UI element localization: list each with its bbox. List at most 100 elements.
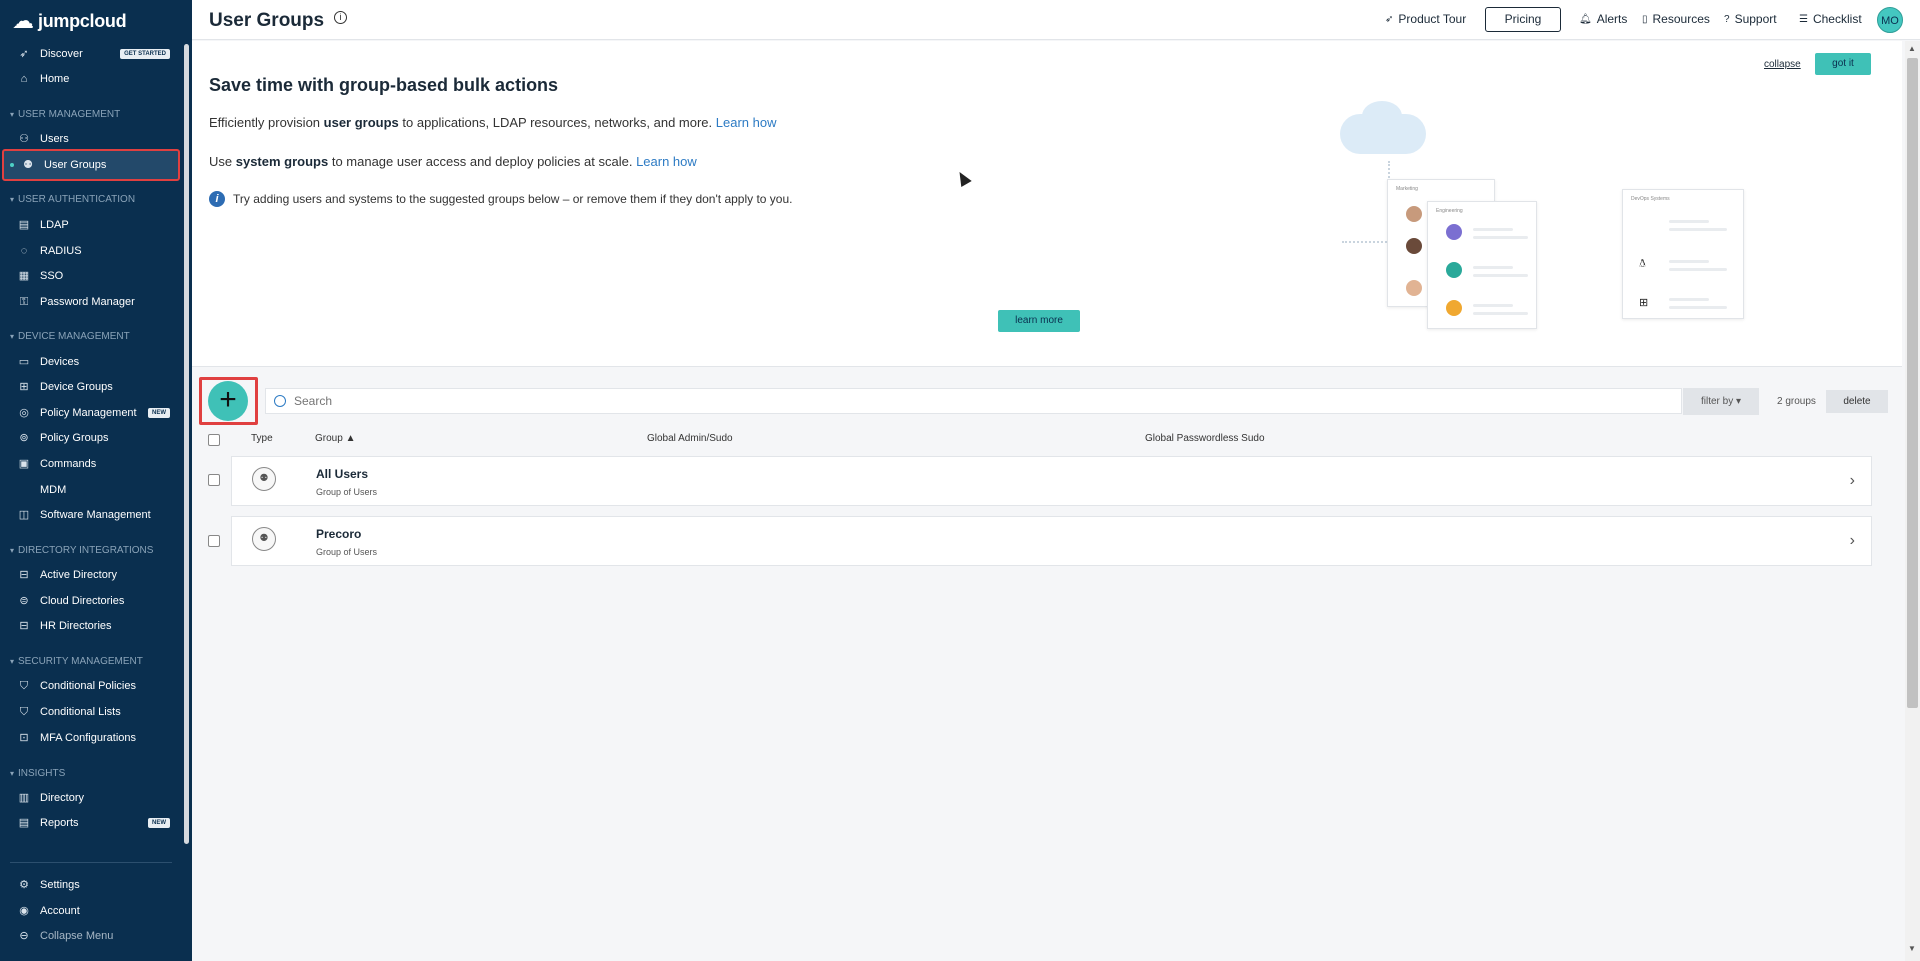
column-type[interactable]: Type bbox=[251, 433, 273, 444]
sidebar-item-account[interactable]: ◉ Account bbox=[0, 900, 180, 922]
sidebar-item-devices[interactable]: ▭ Devices bbox=[0, 351, 180, 373]
person-icon bbox=[1406, 280, 1422, 296]
help-icon: ? bbox=[1724, 13, 1730, 25]
chevron-down-icon: ▾ bbox=[10, 769, 15, 778]
sidebar-item-software-management[interactable]: ◫ Software Management bbox=[0, 504, 180, 526]
user-group-icon: ⚉ bbox=[252, 527, 276, 551]
alerts-button[interactable]: 🔔︎ Alerts bbox=[1579, 12, 1627, 26]
sidebar-item-user-groups[interactable]: ⚉ User Groups bbox=[2, 149, 180, 181]
sidebar-item-directory[interactable]: ▥ Directory bbox=[0, 787, 180, 809]
sidebar-item-mdm[interactable]: MDM bbox=[0, 479, 180, 501]
home-icon: ⌂ bbox=[20, 73, 28, 85]
device-groups-icon: ⊞ bbox=[19, 381, 29, 393]
chevron-down-icon: ▾ bbox=[10, 332, 15, 341]
column-global-passwordless-sudo[interactable]: Global Passwordless Sudo bbox=[1145, 433, 1265, 444]
checklist-button[interactable]: ☰ Checklist bbox=[1799, 12, 1862, 26]
chevron-down-icon: ▾ bbox=[10, 546, 15, 555]
key-icon: ⚿ bbox=[19, 296, 29, 308]
pricing-button[interactable]: Pricing bbox=[1485, 7, 1561, 32]
product-tour-button[interactable]: ➶ Product Tour bbox=[1385, 12, 1466, 26]
scroll-up-arrow-icon[interactable]: ▲ bbox=[1908, 44, 1916, 53]
resources-button[interactable]: ▯ Resources bbox=[1642, 12, 1710, 26]
column-group[interactable]: Group ▲ bbox=[315, 433, 355, 444]
page-scrollbar-thumb[interactable] bbox=[1907, 58, 1918, 708]
sidebar-item-conditional-policies[interactable]: ⛉ Conditional Policies bbox=[0, 675, 180, 697]
policy-groups-icon: ⊚ bbox=[19, 432, 29, 444]
get-started-badge: GET STARTED bbox=[120, 49, 170, 59]
engineering-card: Engineering bbox=[1427, 201, 1537, 329]
add-group-button[interactable]: + bbox=[208, 381, 248, 421]
top-header: User Groups i ➶ Product Tour Pricing 🔔︎ Al… bbox=[192, 0, 1920, 40]
sidebar-item-commands[interactable]: ▣ Commands bbox=[0, 453, 180, 475]
sidebar-item-radius[interactable]: ◌ RADIUS bbox=[0, 240, 180, 262]
banner-line-user-groups: Efficiently provision user groups to app… bbox=[209, 115, 777, 130]
person-icon bbox=[1446, 262, 1462, 278]
policy-icon: ◎ bbox=[19, 407, 29, 419]
ldap-icon: ▤ bbox=[18, 219, 30, 231]
chevron-down-icon: ▾ bbox=[10, 110, 15, 119]
section-insights[interactable]: ▾ INSIGHTS bbox=[10, 768, 65, 779]
section-security-management[interactable]: ▾ SECURITY MANAGEMENT bbox=[10, 656, 143, 667]
table-row[interactable]: ⚉ All Users Group of Users › bbox=[231, 456, 1872, 506]
sidebar-item-settings[interactable]: ⚙ Settings bbox=[0, 874, 180, 896]
group-count: 2 groups bbox=[1777, 396, 1816, 407]
select-all-checkbox[interactable] bbox=[208, 434, 220, 446]
sidebar-item-discover[interactable]: ➶ Discover GET STARTED bbox=[0, 43, 180, 65]
row-checkbox[interactable] bbox=[208, 474, 220, 486]
sidebar-item-home[interactable]: ⌂ Home bbox=[0, 68, 180, 90]
chevron-right-icon[interactable]: › bbox=[1850, 532, 1855, 550]
got-it-button[interactable]: got it bbox=[1815, 53, 1871, 75]
jumpcloud-logo[interactable]: ☁ jumpcloud bbox=[12, 8, 127, 34]
row-checkbox[interactable] bbox=[208, 535, 220, 547]
avatar[interactable]: MO bbox=[1877, 7, 1903, 33]
sidebar-scrollbar[interactable] bbox=[184, 44, 189, 844]
learn-more-button[interactable]: learn more bbox=[998, 310, 1080, 332]
search-bar[interactable] bbox=[265, 388, 1682, 414]
learn-how-link[interactable]: Learn how bbox=[716, 115, 777, 130]
sidebar-item-mfa-configurations[interactable]: ⊡ MFA Configurations bbox=[0, 727, 180, 749]
support-button[interactable]: ? Support bbox=[1724, 12, 1777, 26]
gear-icon: ⚙ bbox=[19, 879, 29, 891]
section-directory-integrations[interactable]: ▾ DIRECTORY INTEGRATIONS bbox=[10, 545, 153, 556]
sidebar-item-conditional-lists[interactable]: ⛉ Conditional Lists bbox=[0, 701, 180, 723]
sidebar: ☁ jumpcloud ➶ Discover GET STARTED ⌂ Hom… bbox=[0, 0, 192, 961]
sidebar-item-reports[interactable]: ▤ Reports NEW bbox=[0, 812, 180, 834]
collapse-link[interactable]: collapse bbox=[1764, 59, 1801, 70]
search-input[interactable] bbox=[294, 394, 1594, 408]
new-badge: NEW bbox=[148, 818, 170, 828]
table-row[interactable]: ⚉ Precoro Group of Users › bbox=[231, 516, 1872, 566]
sidebar-item-cloud-directories[interactable]: ⊜ Cloud Directories bbox=[0, 590, 180, 612]
scroll-down-arrow-icon[interactable]: ▼ bbox=[1908, 944, 1916, 953]
banner-line-system-groups: Use system groups to manage user access … bbox=[209, 154, 697, 169]
section-user-management[interactable]: ▾ USER MANAGEMENT bbox=[10, 109, 120, 120]
section-device-management[interactable]: ▾ DEVICE MANAGEMENT bbox=[10, 331, 130, 342]
section-user-authentication[interactable]: ▾ USER AUTHENTICATION bbox=[10, 194, 135, 205]
devops-systems-card: DevOps Systems 🐧︎ ⊞ bbox=[1622, 189, 1744, 319]
hr-directory-icon: ⊟ bbox=[19, 620, 29, 632]
sidebar-item-policy-management[interactable]: ◎ Policy Management NEW bbox=[0, 402, 180, 424]
groups-illustration: Marketing Engineering DevOps Systems 🐧︎ bbox=[1192, 71, 1744, 329]
sidebar-item-hr-directories[interactable]: ⊟ HR Directories bbox=[0, 615, 180, 637]
collapse-icon: ⊖ bbox=[19, 930, 29, 942]
sidebar-item-active-directory[interactable]: ⊟ Active Directory bbox=[0, 564, 180, 586]
delete-button[interactable]: delete bbox=[1826, 390, 1888, 413]
sidebar-item-collapse-menu[interactable]: ⊖ Collapse Menu bbox=[0, 925, 180, 947]
linux-icon: 🐧︎ bbox=[1639, 258, 1646, 270]
sidebar-item-users[interactable]: ⚇ Users bbox=[0, 128, 180, 150]
chart-icon: ▥ bbox=[18, 792, 30, 804]
sidebar-item-device-groups[interactable]: ⊞ Device Groups bbox=[0, 376, 180, 398]
filter-by-dropdown[interactable]: filter by ▾ bbox=[1683, 388, 1759, 415]
info-icon[interactable]: i bbox=[334, 11, 347, 24]
sidebar-item-policy-groups[interactable]: ⊚ Policy Groups bbox=[0, 427, 180, 449]
column-global-admin-sudo[interactable]: Global Admin/Sudo bbox=[647, 433, 733, 444]
sidebar-item-ldap[interactable]: ▤ LDAP bbox=[0, 214, 180, 236]
sidebar-item-password-manager[interactable]: ⚿ Password Manager bbox=[0, 291, 180, 313]
sidebar-item-sso[interactable]: ▦ SSO bbox=[0, 265, 180, 287]
book-icon: ▯ bbox=[1642, 13, 1648, 25]
laptop-icon: ▭ bbox=[18, 356, 30, 368]
chevron-right-icon[interactable]: › bbox=[1850, 472, 1855, 490]
info-circle-icon: i bbox=[209, 191, 225, 207]
shield-list-icon: ⛉ bbox=[19, 706, 29, 718]
learn-how-link[interactable]: Learn how bbox=[636, 154, 697, 169]
package-icon: ◫ bbox=[18, 509, 30, 521]
